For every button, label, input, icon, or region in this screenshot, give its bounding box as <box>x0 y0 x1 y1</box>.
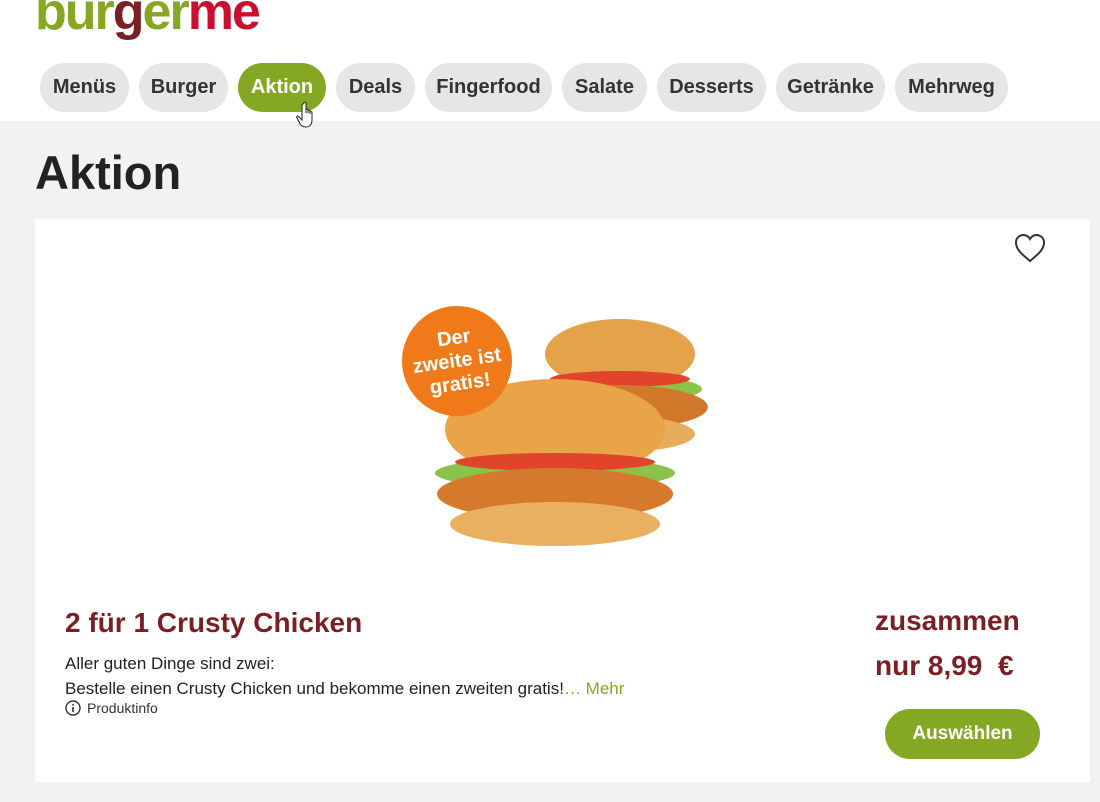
product-info-label: Produktinfo <box>87 700 158 716</box>
description-line: Aller guten Dinge sind zwei: <box>65 654 275 673</box>
logo-part: me <box>187 0 261 41</box>
tab-deals[interactable]: Deals <box>336 63 415 112</box>
logo-part: g <box>112 0 145 41</box>
more-link[interactable]: … Mehr <box>564 679 624 698</box>
promo-badge: Der zweite ist gratis! <box>402 306 512 416</box>
select-button[interactable]: Auswählen <box>885 709 1040 759</box>
tab-burger[interactable]: Burger <box>139 63 228 112</box>
product-card: Der zweite ist gratis! 2 für 1 Crusty Ch… <box>35 219 1090 782</box>
description-line-with-more: Bestelle einen Crusty Chicken und bekomm… <box>65 676 624 701</box>
product-description: Aller guten Dinge sind zwei: Bestelle ei… <box>65 651 624 701</box>
tab-mehrweg[interactable]: Mehrweg <box>895 63 1008 112</box>
price: nur 8,99 € <box>875 650 1014 681</box>
info-icon <box>65 700 81 716</box>
hand-pointer-cursor-icon <box>296 101 313 128</box>
product-image: Der zweite ist gratis! <box>402 306 708 546</box>
price-label: zusammen <box>875 605 1020 636</box>
tab-menues[interactable]: Menüs <box>40 63 129 112</box>
page-title: Aktion <box>35 146 182 199</box>
product-info-link[interactable]: Produktinfo <box>65 700 158 716</box>
top-header: burgerme Menüs Burger Aktion Deals Finge… <box>0 0 1100 128</box>
burgerme-logo[interactable]: burgerme <box>35 0 261 41</box>
heart-outline-icon[interactable] <box>1013 232 1047 264</box>
tab-fingerfood[interactable]: Fingerfood <box>425 63 552 112</box>
tab-getraenke[interactable]: Getränke <box>776 63 885 112</box>
product-title: 2 für 1 Crusty Chicken <box>65 607 363 638</box>
tab-salate[interactable]: Salate <box>562 63 647 112</box>
badge-line: Der <box>436 325 472 351</box>
logo-part: er <box>142 0 190 41</box>
logo-part: bur <box>35 0 115 41</box>
tab-desserts[interactable]: Desserts <box>657 63 766 112</box>
description-line: Bestelle einen Crusty Chicken und bekomm… <box>65 679 564 698</box>
